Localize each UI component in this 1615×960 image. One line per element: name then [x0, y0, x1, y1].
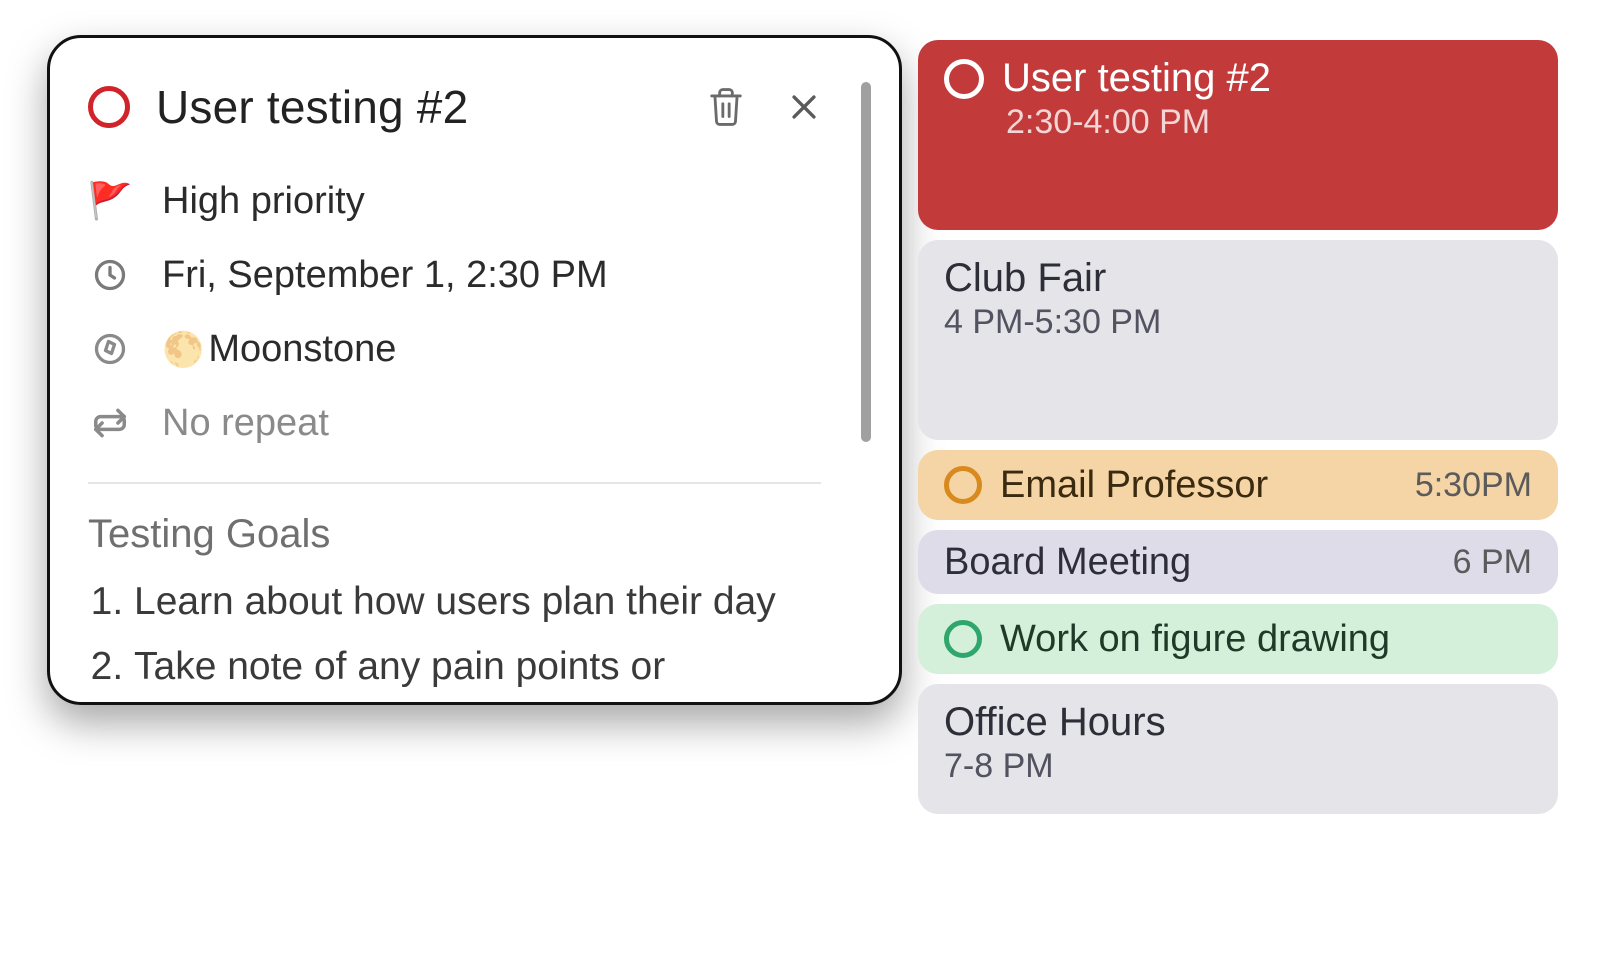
priority-label: High priority	[162, 180, 365, 223]
event-title: Office Hours	[944, 700, 1532, 745]
event-radio-icon[interactable]	[944, 466, 982, 504]
notes-list[interactable]: Learn about how users plan their day Tak…	[88, 573, 821, 696]
notes-item[interactable]: Take note of any pain points or	[134, 638, 821, 697]
timeline-event-email-professor[interactable]: Email Professor 5:30PM	[918, 450, 1558, 520]
moon-icon: 🌕	[162, 331, 204, 369]
timeline-event-figure-drawing[interactable]: Work on figure drawing	[918, 604, 1558, 674]
trash-icon[interactable]	[707, 86, 745, 128]
complete-toggle-circle[interactable]	[88, 86, 130, 128]
close-icon[interactable]	[787, 86, 821, 128]
compass-icon	[88, 331, 132, 367]
repeat-icon	[88, 406, 132, 440]
scrollbar-thumb[interactable]	[861, 82, 871, 442]
clock-icon	[88, 257, 132, 293]
event-title: Email Professor	[1000, 464, 1268, 507]
timeline-event-club-fair[interactable]: Club Fair 4 PM-5:30 PM	[918, 240, 1558, 440]
event-title: Club Fair	[944, 256, 1532, 301]
timeline-event-board-meeting[interactable]: Board Meeting 6 PM	[918, 530, 1558, 594]
datetime-row[interactable]: Fri, September 1, 2:30 PM	[88, 238, 821, 312]
task-title[interactable]: User testing #2	[156, 80, 681, 134]
timeline-event-office-hours[interactable]: Office Hours 7-8 PM	[918, 684, 1558, 814]
task-detail-card: User testing #2 🚩 High priorit	[47, 35, 902, 705]
divider	[88, 482, 821, 484]
location-row[interactable]: 🌕Moonstone	[88, 312, 821, 386]
title-row: User testing #2	[88, 80, 821, 134]
event-title: Board Meeting	[944, 541, 1191, 584]
event-time: 2:30-4:00 PM	[944, 103, 1532, 142]
title-actions	[707, 86, 821, 128]
repeat-row[interactable]: No repeat	[88, 386, 821, 460]
event-time: 5:30PM	[1415, 466, 1532, 505]
location-label: 🌕Moonstone	[162, 328, 396, 371]
flag-icon: 🚩	[88, 180, 132, 222]
event-time: 7-8 PM	[944, 747, 1532, 786]
event-time: 6 PM	[1453, 543, 1532, 582]
event-title: Work on figure drawing	[1000, 618, 1390, 661]
notes-heading: Testing Goals	[88, 512, 821, 557]
event-radio-icon[interactable]	[944, 59, 984, 99]
location-text: Moonstone	[208, 328, 396, 370]
event-title: User testing #2	[1002, 56, 1271, 101]
datetime-label: Fri, September 1, 2:30 PM	[162, 254, 608, 297]
task-detail-scroll[interactable]: User testing #2 🚩 High priorit	[88, 80, 861, 702]
repeat-label: No repeat	[162, 402, 329, 445]
notes-item[interactable]: Learn about how users plan their day	[134, 573, 821, 632]
event-radio-icon[interactable]	[944, 620, 982, 658]
timeline-event-user-testing[interactable]: User testing #2 2:30-4:00 PM	[918, 40, 1558, 230]
event-time: 4 PM-5:30 PM	[944, 303, 1532, 342]
priority-row[interactable]: 🚩 High priority	[88, 164, 821, 238]
timeline-column: User testing #2 2:30-4:00 PM Club Fair 4…	[918, 40, 1558, 814]
